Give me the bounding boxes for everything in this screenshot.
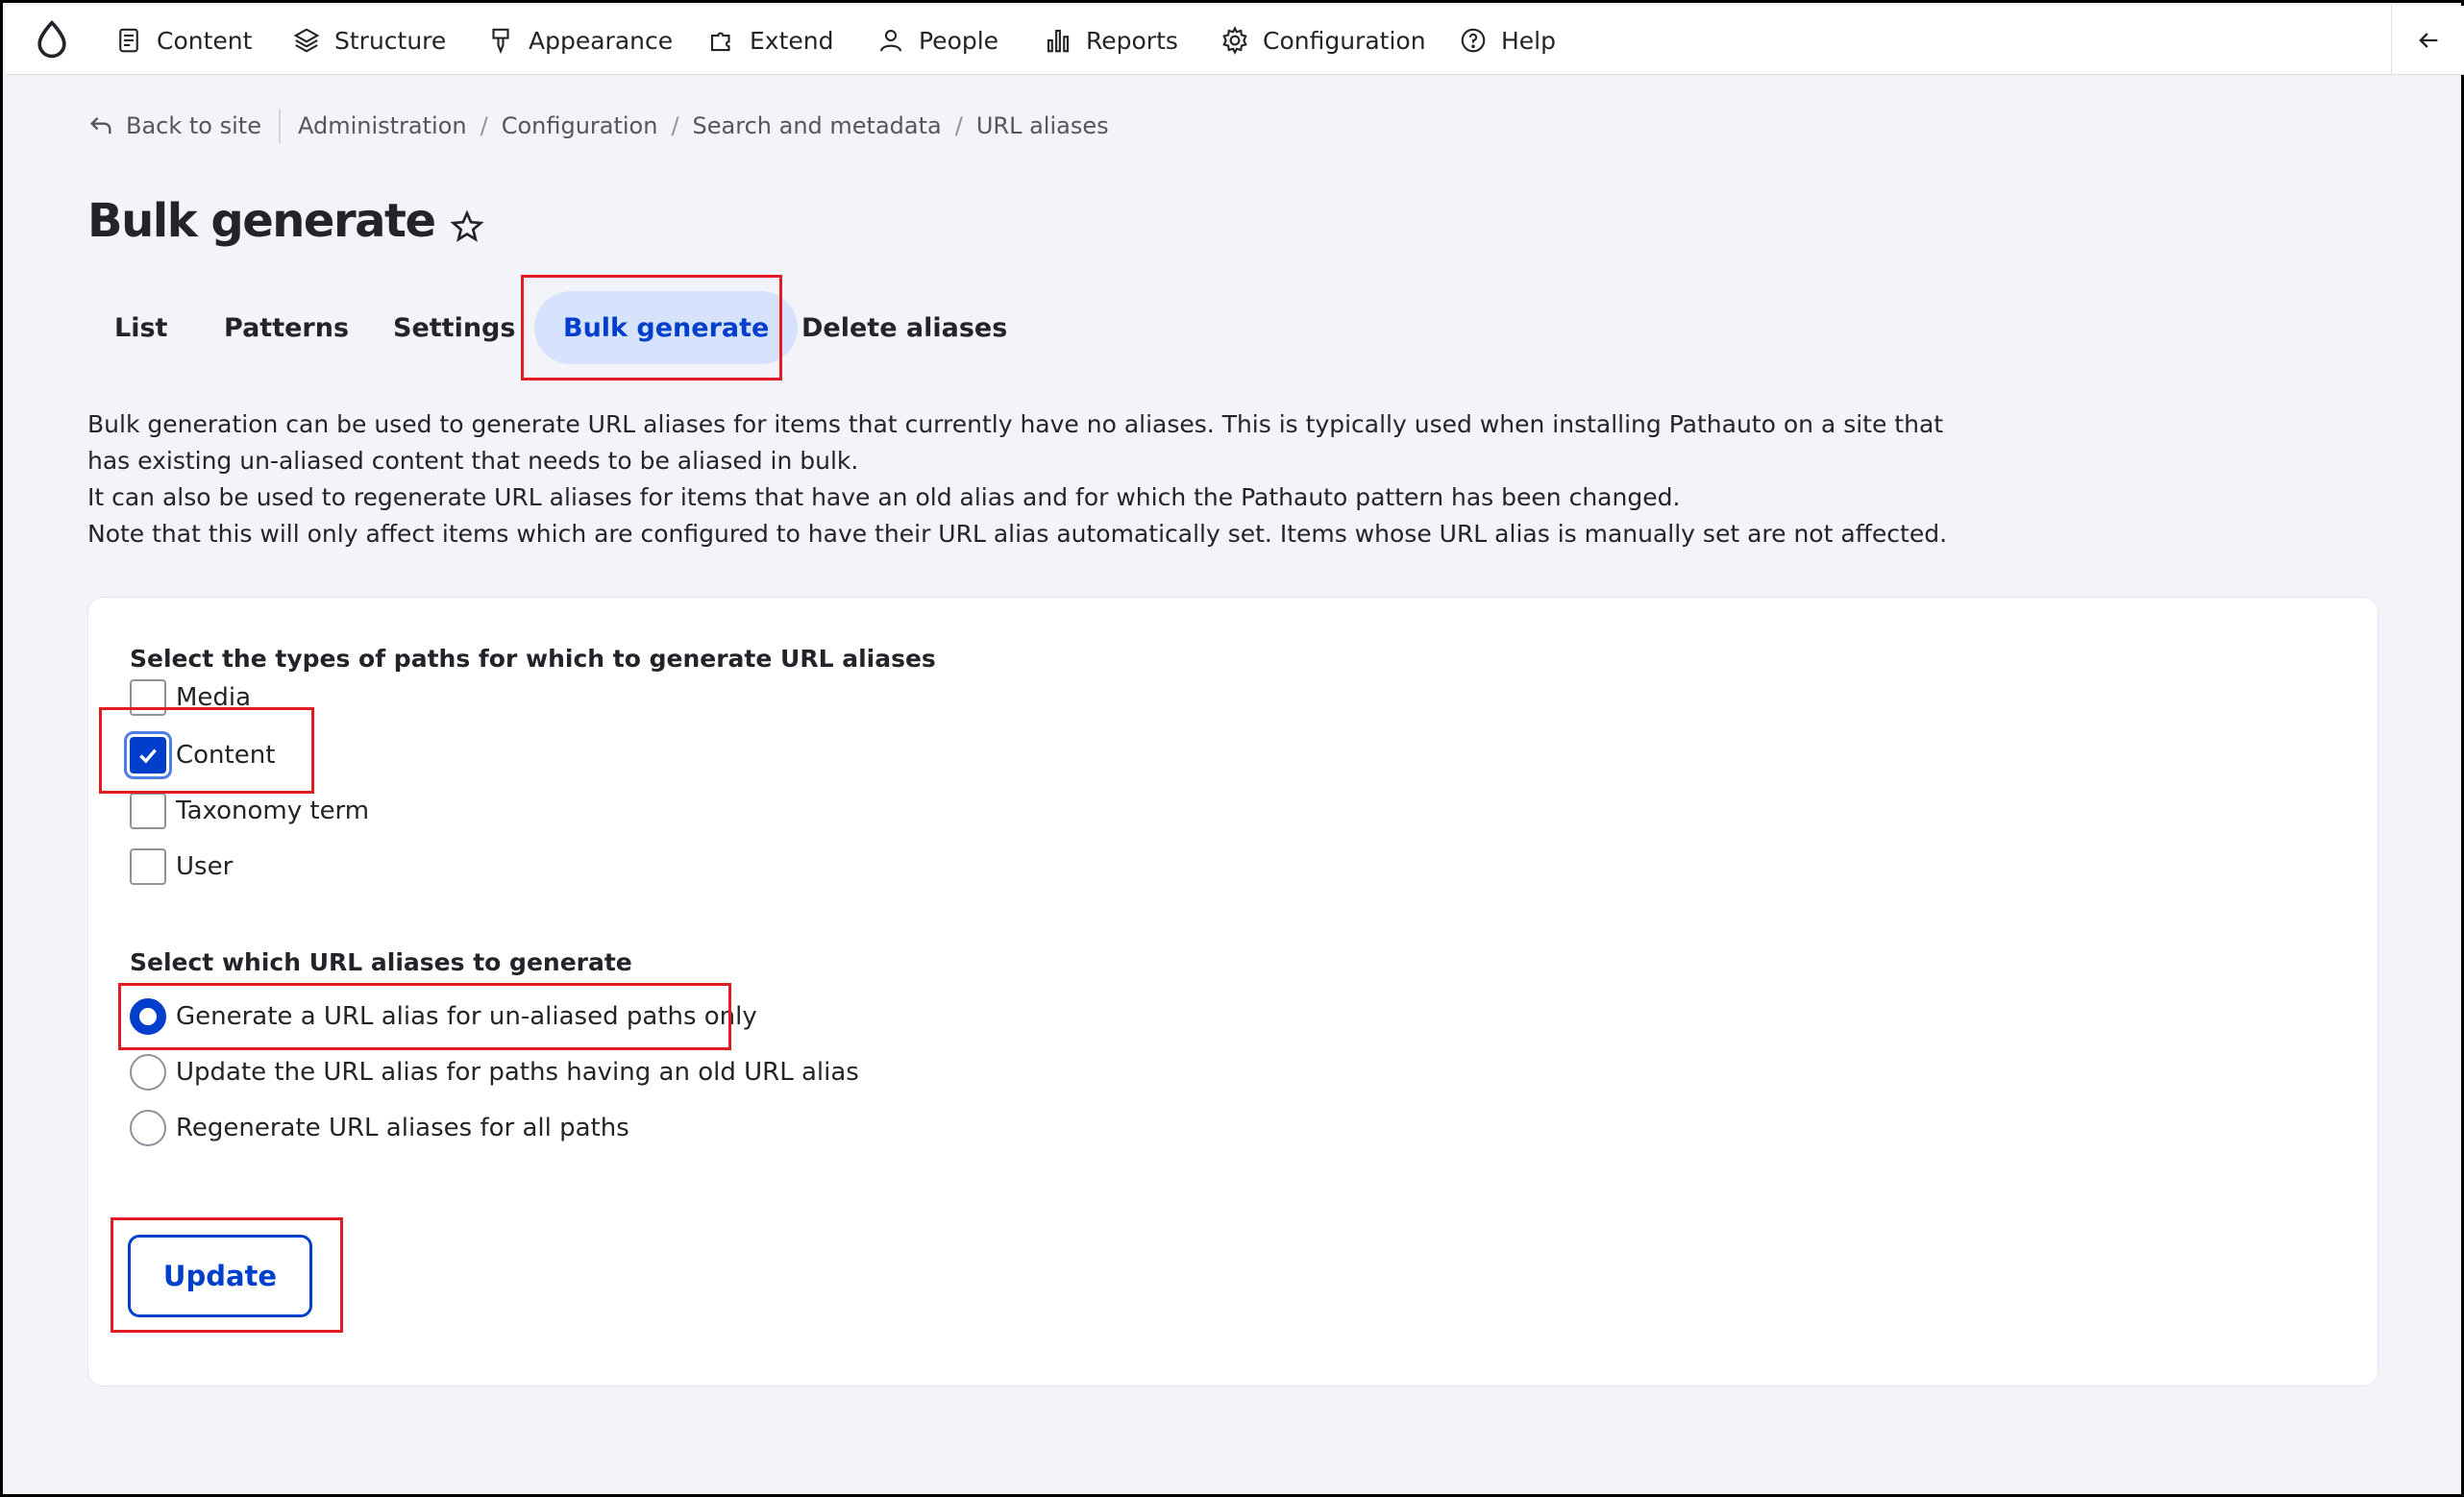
tab-delete-aliases[interactable]: Delete aliases [801,291,1007,364]
help-icon [1461,28,1486,53]
page-frame: Content Structure Appearance Extend Peop… [0,0,2464,1497]
nav-extend[interactable]: Extend [707,6,834,75]
breadcrumb-url-aliases[interactable]: URL aliases [976,112,1109,139]
nav-label: Configuration [1263,26,1426,55]
paintbrush-icon [492,28,509,55]
highlight-box [111,1217,343,1333]
radio-label: Update the URL alias for paths having an… [176,1058,859,1087]
checkbox-user-option[interactable]: User [130,848,233,885]
description: Bulk generation can be used to generate … [87,406,1971,552]
nav-label: People [919,26,999,55]
nav-people[interactable]: People [876,6,998,75]
checkbox-label: Taxonomy term [176,797,370,825]
bar-chart-icon [1047,29,1070,53]
alias-action-legend: Select which URL aliases to generate [130,948,632,976]
checkbox-taxonomy-term[interactable] [130,793,166,829]
shortcut-star-icon[interactable] [449,203,485,242]
breadcrumb-separator: / [480,112,488,139]
drupal-logo-icon[interactable] [31,19,73,61]
breadcrumb-divider [278,109,281,143]
nav-label: Reports [1086,26,1178,55]
nav-appearance[interactable]: Appearance [486,6,673,75]
checkbox-taxonomy-option[interactable]: Taxonomy term [130,793,369,829]
arrow-left-icon [2418,33,2437,48]
nav-label: Structure [334,26,447,55]
description-line: has existing un-aliased content that nee… [87,447,859,475]
nav-label: Extend [750,26,834,55]
breadcrumb-search-metadata[interactable]: Search and metadata [693,112,942,139]
path-types-legend: Select the types of paths for which to g… [130,645,936,673]
breadcrumb-administration[interactable]: Administration [298,112,467,139]
nav-label: Content [157,26,253,55]
radio-label: Regenerate URL aliases for all paths [176,1114,629,1142]
nav-content[interactable]: Content [114,6,252,75]
breadcrumb-configuration[interactable]: Configuration [502,112,658,139]
nav-configuration[interactable]: Configuration [1220,6,1426,75]
breadcrumb: Back to site Administration / Configurat… [87,107,1109,145]
tab-patterns[interactable]: Patterns [224,291,349,364]
radio-update-old-alias[interactable] [130,1054,166,1091]
layers-icon [293,28,320,53]
page-title-row: Bulk generate [87,187,485,255]
person-icon [879,29,902,52]
description-line: Bulk generation can be used to generate … [87,410,1944,438]
breadcrumb-separator: / [954,112,963,139]
gear-icon [1222,26,1247,55]
nav-reports[interactable]: Reports [1044,6,1178,75]
back-to-site-link[interactable]: Back to site [87,112,261,139]
document-icon [119,28,138,53]
description-line: Note that this will only affect items wh… [87,520,1948,548]
nav-help[interactable]: Help [1459,6,1556,75]
page-title: Bulk generate [87,194,436,248]
breadcrumb-separator: / [671,112,679,139]
tab-settings[interactable]: Settings [393,291,515,364]
checkbox-label: User [176,852,234,881]
nav-structure[interactable]: Structure [292,6,446,75]
radio-update-option[interactable]: Update the URL alias for paths having an… [130,1054,859,1091]
radio-regenerate-option[interactable]: Regenerate URL aliases for all paths [130,1110,629,1146]
tab-list[interactable]: List [114,291,167,364]
highlight-box [99,707,314,794]
return-arrow-icon [90,117,111,135]
collapse-toolbar-button[interactable] [2391,6,2464,75]
puzzle-icon [710,32,730,52]
highlight-box [118,983,731,1050]
admin-toolbar: Content Structure Appearance Extend Peop… [6,6,2464,75]
highlight-box [521,275,782,380]
nav-label: Appearance [529,26,674,55]
back-to-site-label: Back to site [126,112,261,139]
radio-regenerate-all[interactable] [130,1110,166,1146]
nav-label: Help [1501,26,1556,55]
description-line: It can also be used to regenerate URL al… [87,483,1681,511]
checkbox-user[interactable] [130,848,166,885]
